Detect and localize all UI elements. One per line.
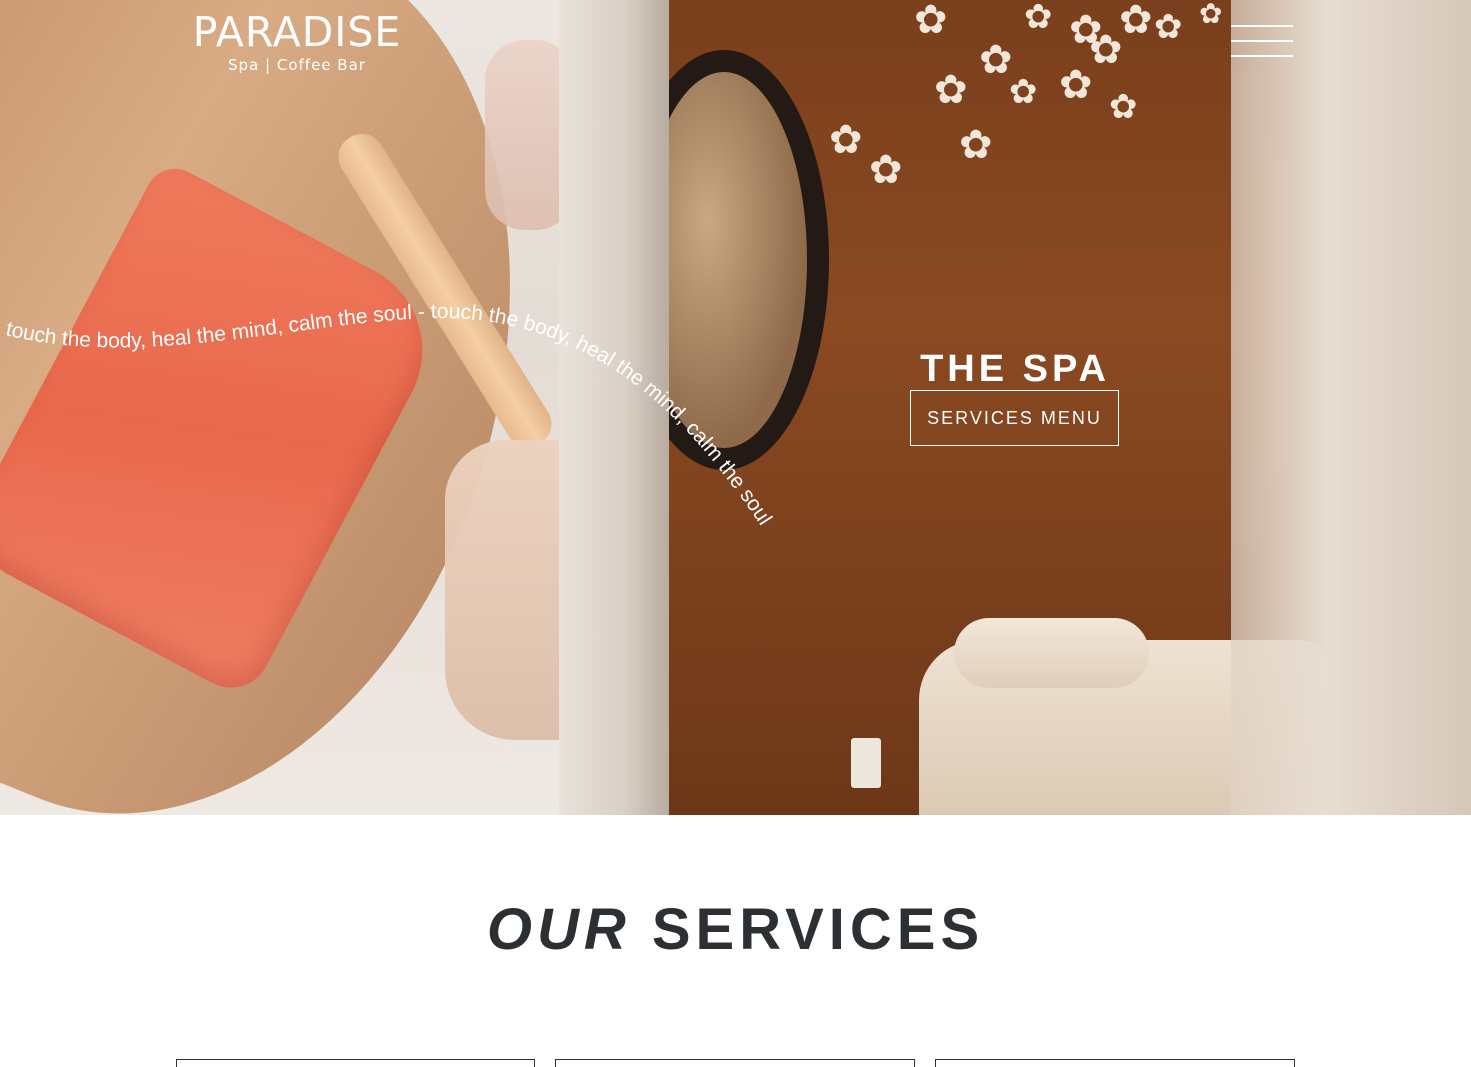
service-card[interactable] <box>555 1059 915 1067</box>
our-services-heading: OUR SERVICES <box>0 896 1471 963</box>
hero-section: ✿ ✿ ✿ ✿ ✿ ✿ ✿ ✿ ✿ ✿ ✿ ✿ ✿ ✿ ✿ touch the … <box>0 0 1471 815</box>
waxing-photo <box>0 0 559 815</box>
brand-tagline: Spa | Coffee Bar <box>228 56 366 74</box>
brand-name: PARADISE <box>192 8 402 56</box>
spa-title: THE SPA <box>920 348 1110 390</box>
heading-emphasis: OUR <box>486 897 631 962</box>
brand-logo[interactable]: PARADISE Spa | Coffee Bar <box>181 8 413 74</box>
heading-rest: SERVICES <box>651 897 985 962</box>
service-card[interactable] <box>176 1059 535 1067</box>
service-card[interactable] <box>935 1059 1295 1067</box>
services-menu-button[interactable]: SERVICES MENU <box>910 390 1119 446</box>
wall-outlet <box>851 738 881 788</box>
hamburger-menu-icon[interactable] <box>1231 23 1293 59</box>
